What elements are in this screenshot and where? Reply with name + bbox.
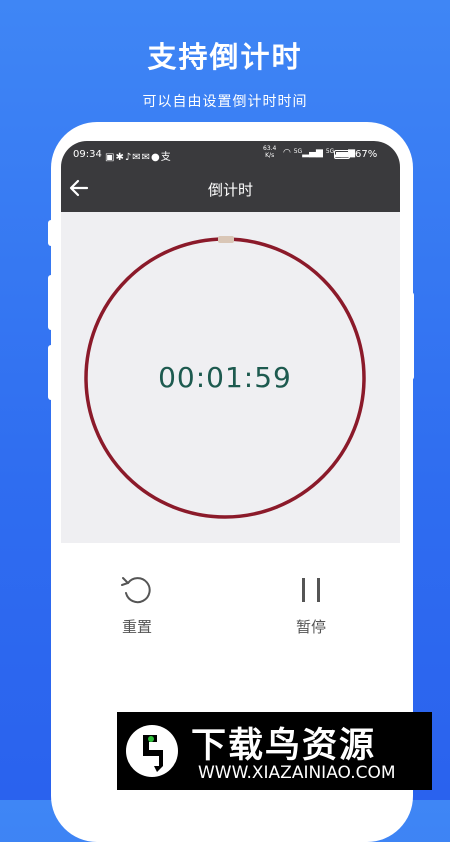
signal-label-1: 5G: [293, 148, 303, 155]
battery-percent: 67%: [355, 149, 378, 160]
signal-icon: ▂▄▆: [302, 148, 323, 158]
browser-icon: ●: [151, 152, 161, 163]
page-title: 倒计时: [207, 181, 253, 199]
watermark-banner: 下载鸟资源 WWW.XIAZAINIAO.COM: [117, 712, 432, 790]
network-speed: 63.4 K/s: [263, 145, 276, 159]
wifi-icon: ◠: [283, 148, 291, 158]
status-time: 09:34: [73, 149, 102, 160]
pause-icon: [302, 578, 320, 602]
countdown-time: 00:01:59: [158, 361, 292, 394]
phone-screen: 09:34 ▣✱♪✉✉●支 63.4 K/s ◠ 5G▂▄▆ 5G▂▄▆ 67%…: [61, 141, 400, 800]
reset-button[interactable]: 重置: [97, 574, 177, 637]
pause-button[interactable]: 暂停: [271, 574, 351, 637]
mail-icon: ✉: [132, 152, 142, 163]
timer-area: 00:01:59: [61, 212, 400, 543]
mail-icon: ✉: [141, 152, 152, 163]
pause-label: 暂停: [295, 618, 326, 636]
hero-title: 支持倒计时: [147, 40, 303, 74]
status-notification-icons: ▣✱♪✉✉●支: [105, 148, 172, 163]
battery-fill: [336, 152, 344, 157]
network-speed-value: 63.4: [263, 145, 277, 152]
alipay-icon: 支: [160, 152, 172, 163]
reset-label: 重置: [121, 618, 152, 636]
ring-progress-handle: [218, 236, 234, 243]
app-bar: 倒计时: [61, 167, 400, 212]
bird-logo-icon: [126, 725, 178, 777]
status-bar: 09:34 ▣✱♪✉✉●支 63.4 K/s ◠ 5G▂▄▆ 5G▂▄▆ 67%: [61, 141, 400, 167]
bluetooth-icon: ✱: [115, 152, 125, 163]
restart-icon: [121, 577, 151, 604]
notification-icon: ▣: [105, 152, 116, 163]
battery-icon: [334, 150, 350, 159]
hero-subtitle: 可以自由设置倒计时时间: [142, 94, 308, 110]
network-speed-unit: K/s: [265, 152, 275, 159]
watermark-url: WWW.XIAZAINIAO.COM: [198, 763, 396, 783]
watermark-title: 下载鸟资源: [191, 726, 377, 766]
